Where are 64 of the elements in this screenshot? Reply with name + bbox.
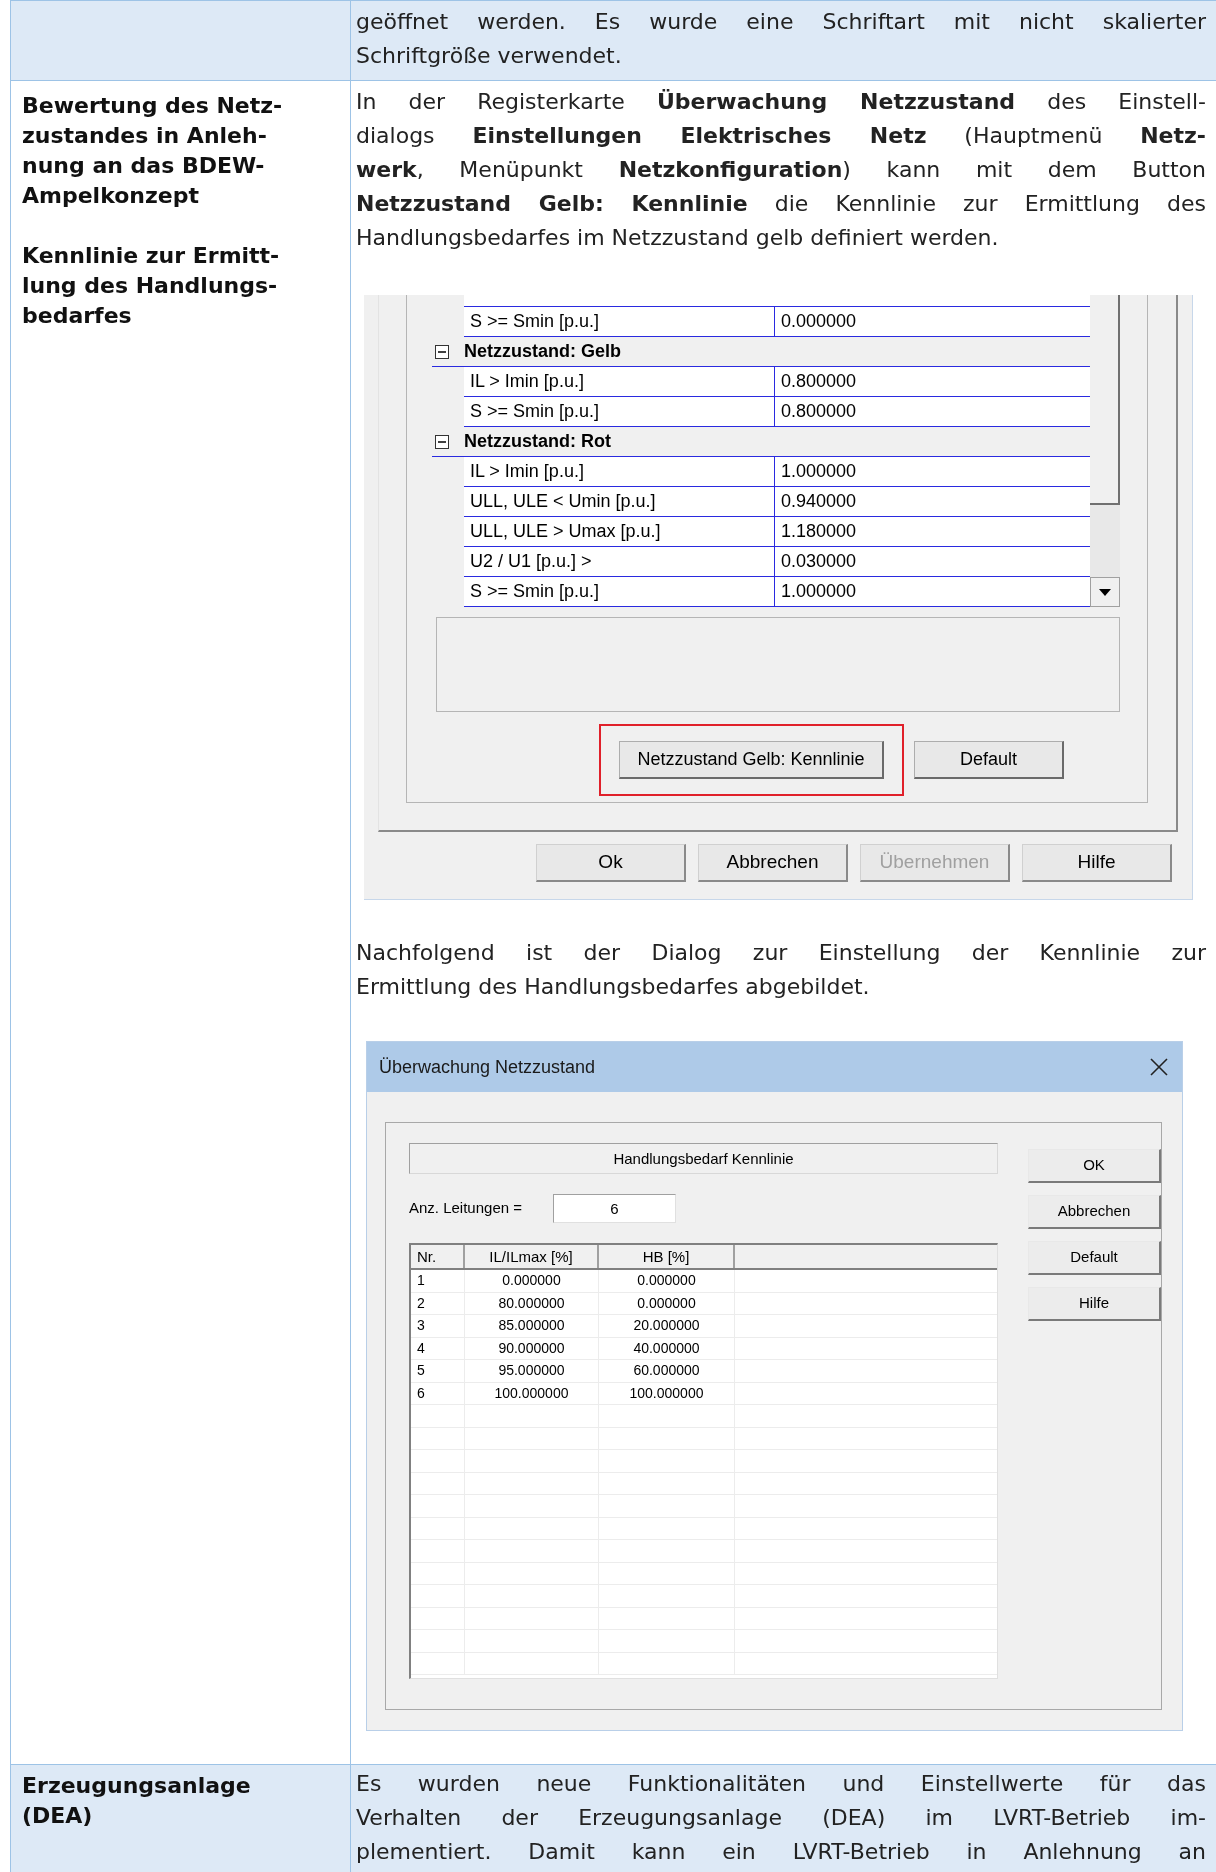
table-cell: 95.000000 — [465, 1360, 599, 1382]
dialog-button[interactable]: Default — [914, 741, 1064, 779]
table-cell: 0.000000 — [599, 1292, 735, 1314]
scrollbar[interactable] — [1090, 295, 1120, 607]
collapse-icon[interactable] — [435, 434, 449, 449]
row-heading: Bewertung des Netz- zustandes in Anleh- nung an das BDEW- Ampelkonzept — [22, 92, 284, 210]
table-cell: 100.000000 — [465, 1382, 599, 1404]
group-label: Netzzustand: Rot — [464, 430, 611, 453]
dialog-button[interactable]: Hilfe — [1022, 844, 1172, 882]
table-cell: 6 — [411, 1382, 465, 1404]
property-value[interactable]: 0.000000 — [775, 307, 1090, 337]
property-value[interactable]: 0.800000 — [775, 397, 1090, 427]
table-cell: 0.000000 — [465, 1270, 599, 1292]
property-value[interactable]: 0.800000 — [775, 367, 1090, 397]
collapse-icon[interactable] — [435, 344, 449, 359]
table-cell: 80.000000 — [465, 1292, 599, 1314]
table-cell: 100.000000 — [599, 1382, 735, 1404]
dialog-button[interactable]: Abbrechen — [698, 844, 848, 882]
table-cell: 90.000000 — [465, 1337, 599, 1359]
column-header[interactable]: HB [%] — [599, 1245, 735, 1268]
property-label: S >= Smin [p.u.] — [464, 397, 775, 427]
table-cell: 85.000000 — [465, 1315, 599, 1337]
table-cell: 2 — [411, 1292, 465, 1314]
property-value[interactable]: 0.030000 — [775, 547, 1090, 577]
property-label: U2 / U1 [p.u.] > — [464, 547, 775, 577]
property-label: IL > Imin [p.u.] — [464, 457, 775, 487]
property-value[interactable]: 1.000000 — [775, 457, 1090, 487]
property-value[interactable]: 0.940000 — [775, 487, 1090, 517]
paragraph: Es wurden neue Funktionalitäten und Einstellwerte für das Verhalten der Erzeugungsanlage (DEA) im LVRT-Betrieb im- plementiert. Damit kann ein LVRT-Betrieb in Anlehnung an — [356, 1770, 1206, 1866]
table-cell: 4 — [411, 1337, 465, 1359]
dialog-button[interactable]: Hilfe — [1028, 1287, 1161, 1321]
close-icon[interactable] — [1150, 1058, 1168, 1076]
table-cell: 40.000000 — [599, 1337, 735, 1359]
row-heading: Erzeugungsanlage (DEA) — [22, 1772, 252, 1830]
property-value[interactable]: 1.180000 — [775, 517, 1090, 547]
paragraph: geöffnet werden. Es wurde eine Schriftart mit nicht skalierter Schriftgröße verwendet. — [356, 8, 1206, 70]
window-title: Überwachung Netzzustand — [379, 1055, 596, 1079]
row-heading: Kennlinie zur Ermitt- lung des Handlungs- bedarfes — [22, 242, 281, 330]
paragraph: In der Registerkarte Überwachung Netzzustand des Einstell- dialogs Einstellungen Elektrisches Netz (Hauptmenü Netz- werk, Menüpunkt Netzkonfiguration) kann mit dem Button Netzzustand Gelb: Kennlinie die Kennlinie zur Ermittlung des Handlungsbedarfes im Netzzustand gelb definiert werden. — [356, 88, 1206, 252]
dialog-button[interactable]: Netzzustand Gelb: Kennlinie — [619, 741, 884, 779]
field-label: Anz. Leitungen = — [409, 1198, 523, 1219]
paragraph: Nachfolgend ist der Dialog zur Einstellung der Kennlinie zur Ermittlung des Handlungsbedarfes abgebildet. — [356, 939, 1206, 1001]
property-value[interactable]: 1.000000 — [775, 577, 1090, 607]
property-label: ULL, ULE > Umax [p.u.] — [464, 517, 775, 547]
table-cell: 0.000000 — [599, 1270, 735, 1292]
dialog-button[interactable]: OK — [1028, 1149, 1161, 1183]
property-label: IL > Imin [p.u.] — [464, 367, 775, 397]
table-cell: 60.000000 — [599, 1360, 735, 1382]
table-cell: 20.000000 — [599, 1315, 735, 1337]
table-cell: 5 — [411, 1360, 465, 1382]
down-arrow-icon[interactable] — [1099, 588, 1111, 596]
column-header[interactable]: Nr. — [411, 1245, 465, 1268]
table-cell: 1 — [411, 1270, 465, 1292]
group-label: Handlungsbedarf Kennlinie — [409, 1143, 998, 1174]
column-header[interactable]: IL/ILmax [%] — [465, 1245, 599, 1268]
property-label: ULL, ULE < Umin [p.u.] — [464, 487, 775, 517]
dialog-button[interactable]: Ok — [536, 844, 686, 882]
property-label: S >= Smin [p.u.] — [464, 307, 775, 337]
table-cell: 3 — [411, 1315, 465, 1337]
group-label: Netzzustand: Gelb — [464, 340, 621, 363]
property-label: S >= Smin [p.u.] — [464, 577, 775, 607]
count-field[interactable]: 6 — [553, 1194, 676, 1223]
dialog-button[interactable]: Abbrechen — [1028, 1195, 1161, 1229]
dialog-button[interactable]: Default — [1028, 1241, 1161, 1275]
